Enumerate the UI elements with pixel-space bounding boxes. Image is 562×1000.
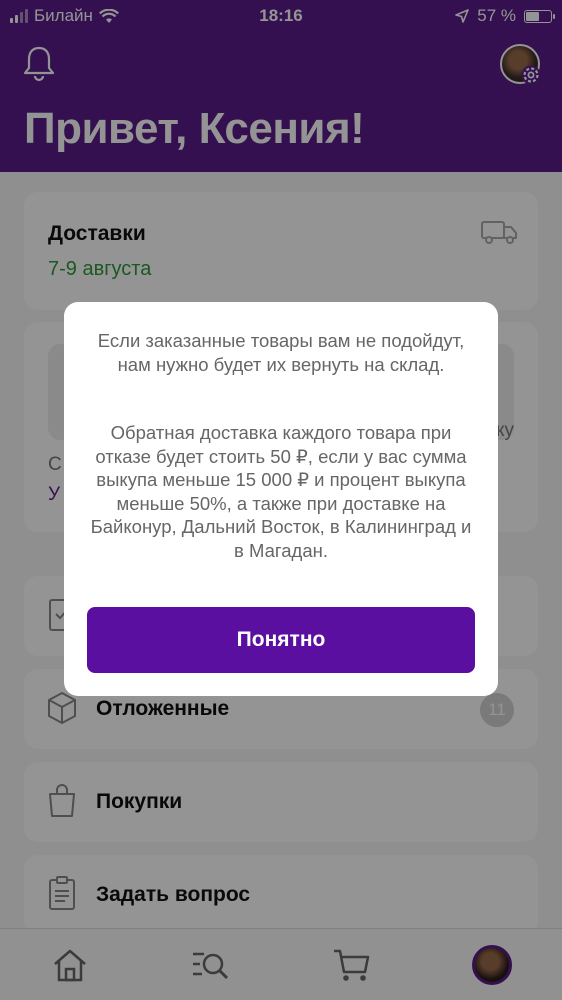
dialog-text-conditions: Обратная доставка каждого товара при отк… [90,422,472,561]
return-delivery-dialog: Если заказанные товары вам не подойдут, … [64,302,498,696]
dialog-confirm-button[interactable]: Понятно [87,607,475,673]
dialog-text-intro: Если заказанные товары вам не подойдут, … [97,330,465,375]
